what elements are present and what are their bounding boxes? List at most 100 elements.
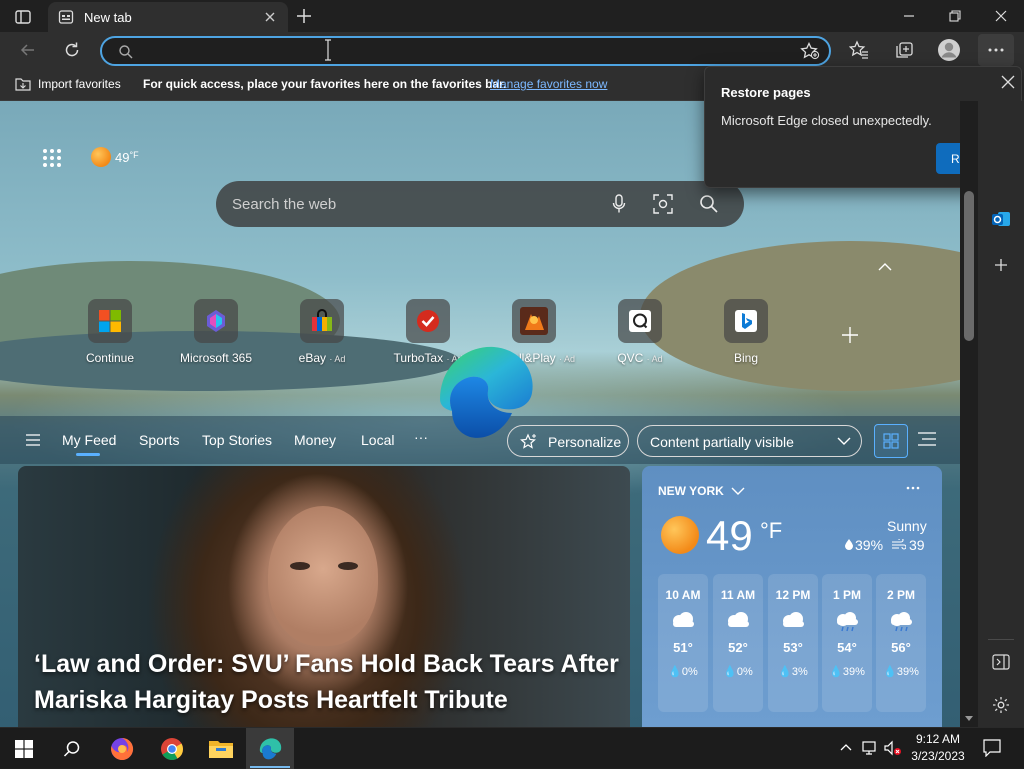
sidebar-settings-gear-icon[interactable] — [992, 696, 1010, 714]
scroll-thumb[interactable] — [964, 191, 974, 341]
taskbar-firefox[interactable] — [98, 728, 146, 769]
tab-close-icon[interactable] — [264, 11, 276, 23]
taskbar-search-button[interactable] — [48, 728, 96, 769]
profile-avatar[interactable] — [933, 34, 965, 66]
collections-button[interactable] — [888, 34, 920, 66]
weather-card[interactable]: NEW YORK 49 °F Sunny 39% 39 10 AM 51° 💧0… — [642, 466, 942, 727]
tab-new-tab[interactable]: New tab — [48, 2, 288, 32]
taskbar-chrome[interactable] — [148, 728, 196, 769]
sun-icon — [91, 147, 111, 167]
feed-menu-icon[interactable] — [26, 434, 40, 446]
hourly-forecast-12pm[interactable]: 12 PM 53° 💧3% — [768, 574, 818, 712]
restore-down-button[interactable] — [932, 0, 978, 32]
feed-tab-local[interactable]: Local — [361, 432, 394, 448]
cloud-sun-icon — [780, 612, 806, 628]
quick-link-ebay[interactable]: eBay · Ad — [269, 299, 375, 365]
tab-actions-icon[interactable] — [14, 8, 32, 26]
restore-title: Restore pages — [721, 85, 811, 100]
manage-favorites-link[interactable]: Manage favorites now — [490, 77, 607, 91]
settings-more-button[interactable] — [978, 34, 1014, 66]
quick-link-qvc[interactable]: QVC · Ad — [587, 299, 693, 365]
hourly-forecast-2pm[interactable]: 2 PM 56° 💧39% — [876, 574, 926, 712]
search-icon — [63, 740, 80, 757]
feed-tab-my-feed[interactable]: My Feed — [62, 432, 116, 448]
hour-time: 12 PM — [775, 588, 811, 602]
close-icon[interactable] — [1001, 75, 1015, 89]
outlook-icon[interactable] — [991, 209, 1011, 229]
active-tab-indicator — [76, 453, 100, 456]
address-bar[interactable] — [100, 36, 831, 66]
quick-link-bing[interactable]: Bing — [693, 299, 799, 365]
microphone-icon[interactable] — [612, 194, 626, 214]
grid-layout-button[interactable] — [874, 424, 908, 458]
weather-condition: Sunny — [887, 518, 927, 534]
hourly-forecast-10am[interactable]: 10 AM 51° 💧0% — [658, 574, 708, 712]
hero-news-card[interactable]: ‘Law and Order: SVU’ Fans Hold Back Tear… — [18, 466, 630, 727]
weather-mini[interactable]: 49°F — [91, 147, 139, 167]
hourly-forecast-1pm[interactable]: 1 PM 54° 💧39% — [822, 574, 872, 712]
start-button[interactable] — [0, 728, 48, 769]
new-tab-page-icon — [58, 9, 74, 25]
close-window-button[interactable] — [978, 0, 1024, 32]
clock-date: 3/23/2023 — [911, 749, 965, 763]
hour-precip: 💧3% — [778, 666, 808, 678]
microsoft-365-icon — [207, 310, 225, 332]
hero-headline[interactable]: ‘Law and Order: SVU’ Fans Hold Back Tear… — [34, 646, 624, 718]
new-tab-button[interactable] — [294, 6, 316, 28]
weather-more-icon[interactable] — [906, 486, 920, 490]
ad-label: · Ad — [646, 354, 663, 364]
quick-link-microsoft-365[interactable]: Microsoft 365 — [163, 299, 269, 365]
wind-icon — [892, 539, 906, 551]
refresh-button[interactable] — [56, 34, 88, 66]
network-icon[interactable] — [862, 740, 880, 756]
add-favorite-icon[interactable] — [800, 42, 820, 60]
weather-precip: 39% — [855, 537, 884, 553]
favorites-bar-hint: For quick access, place your favorites h… — [143, 77, 507, 91]
app-launcher-icon[interactable] — [42, 148, 62, 168]
weather-location[interactable]: NEW YORK — [658, 484, 724, 498]
restore-message: Microsoft Edge closed unexpectedly. — [721, 113, 932, 128]
hero-photo-eye-left — [290, 562, 310, 570]
minimize-button[interactable] — [886, 0, 932, 32]
quick-link-continue[interactable]: Continue — [57, 299, 163, 365]
search-submit-icon[interactable] — [699, 194, 719, 214]
taskbar-edge[interactable] — [246, 728, 294, 769]
show-hidden-icons-chevron-icon[interactable] — [840, 743, 852, 751]
ad-label: · Ad — [329, 354, 346, 364]
web-search-placeholder: Search the web — [232, 196, 337, 213]
feed-tab-sports[interactable]: Sports — [139, 432, 179, 448]
weather-wind: 39 — [909, 537, 925, 553]
system-clock[interactable]: 9:12 AM 3/23/2023 — [900, 731, 976, 765]
hour-precip: 💧0% — [723, 666, 753, 678]
web-search-box[interactable]: Search the web — [216, 181, 744, 227]
hour-precip: 💧39% — [883, 666, 919, 678]
hourly-forecast-11am[interactable]: 11 AM 52° 💧0% — [713, 574, 763, 712]
scroll-down-arrow-icon[interactable] — [965, 716, 973, 721]
taskbar-file-explorer[interactable] — [197, 728, 245, 769]
personalize-label: Personalize — [548, 434, 622, 450]
add-sidebar-app-icon[interactable] — [994, 258, 1008, 272]
hour-time: 11 AM — [720, 588, 756, 602]
page-scrollbar[interactable] — [960, 101, 978, 727]
feed-more-button[interactable]: ··· — [414, 429, 428, 445]
content-visibility-dropdown[interactable]: Content partially visible — [637, 425, 862, 457]
collapse-chevron-icon[interactable] — [878, 263, 892, 271]
feed-tab-top-stories[interactable]: Top Stories — [202, 432, 272, 448]
add-quick-link-button[interactable] — [841, 326, 859, 344]
hide-sidebar-icon[interactable] — [992, 654, 1010, 670]
hour-temp: 52° — [728, 640, 748, 655]
edge-sidebar — [978, 101, 1024, 727]
notification-center-icon[interactable] — [983, 739, 1001, 757]
back-button[interactable] — [12, 34, 44, 66]
address-input[interactable] — [142, 41, 782, 61]
hour-temp: 56° — [891, 640, 911, 655]
quick-link-label: QVC — [617, 351, 644, 365]
hour-temp: 51° — [673, 640, 693, 655]
edge-icon — [259, 737, 282, 759]
feed-tab-money[interactable]: Money — [294, 432, 336, 448]
visual-search-icon[interactable] — [653, 194, 673, 214]
list-layout-button[interactable] — [918, 432, 936, 446]
favorites-button[interactable] — [843, 34, 875, 66]
chevron-down-icon[interactable] — [731, 487, 745, 495]
import-favorites-button[interactable]: Import favorites — [38, 77, 121, 91]
